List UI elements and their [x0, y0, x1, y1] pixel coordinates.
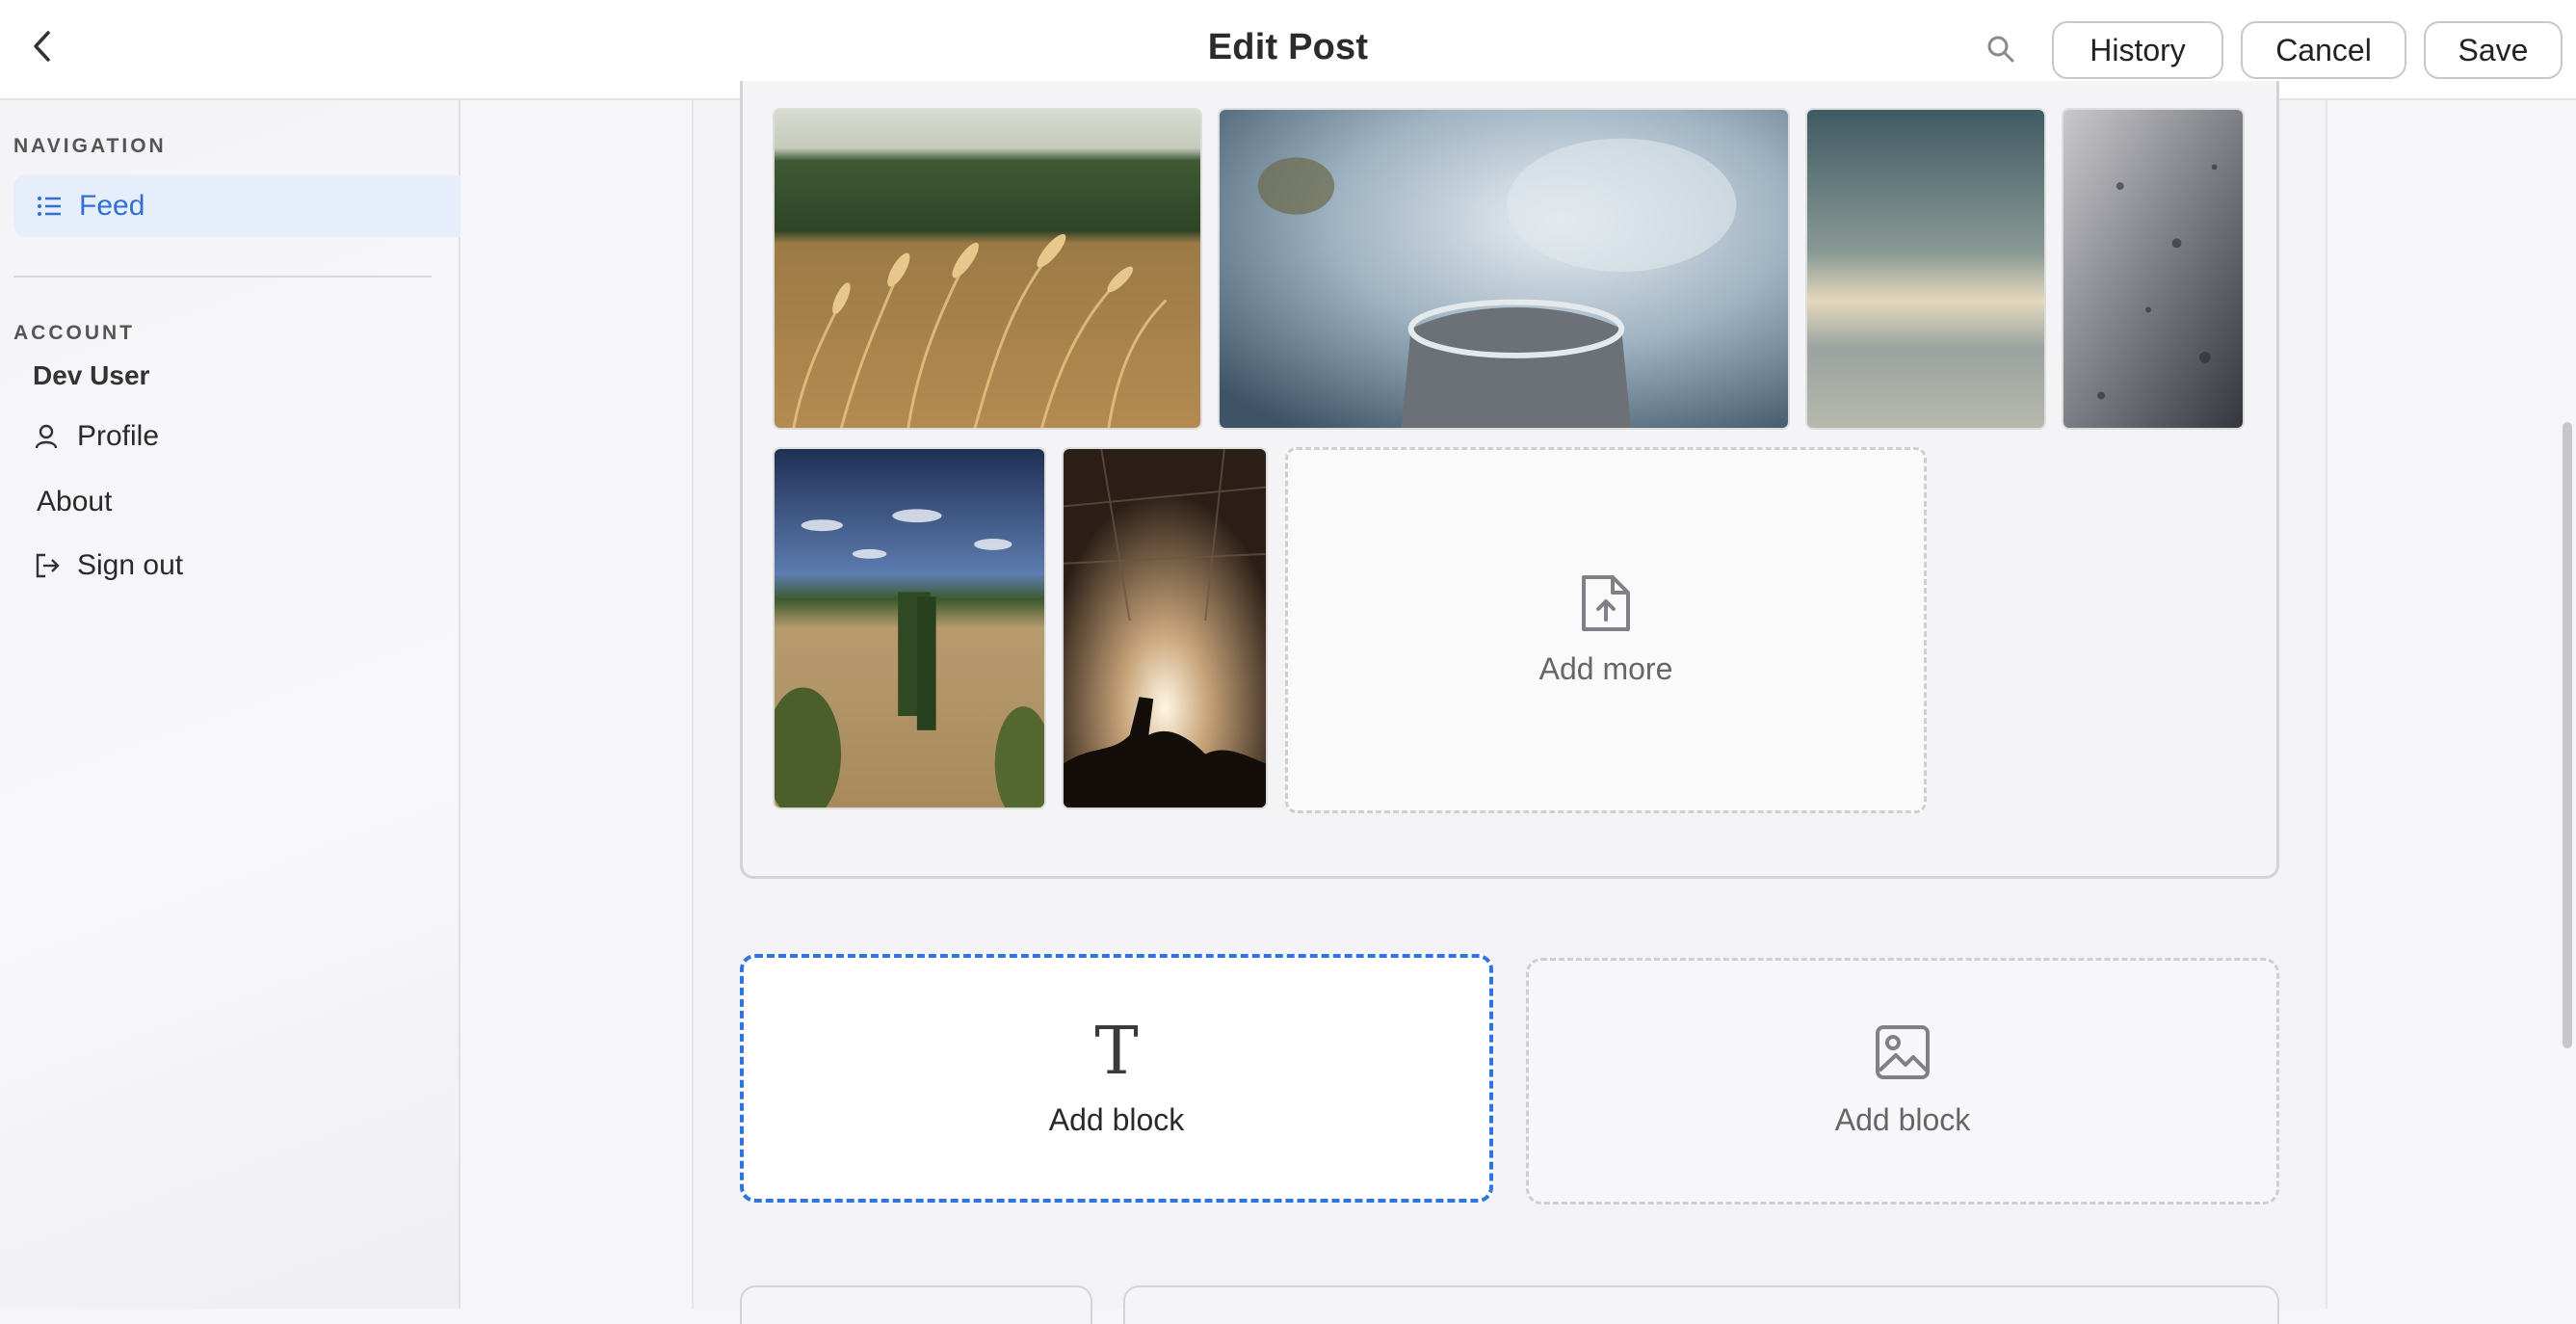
add-more-photos-button[interactable]: Add more [1285, 447, 1927, 813]
search-icon [1986, 35, 2015, 68]
sidebar-item-about[interactable]: About [37, 480, 112, 524]
gallery-photo-wheat-field[interactable] [773, 108, 1202, 430]
account-section-label: ACCOUNT [13, 322, 135, 344]
history-button[interactable]: History [2052, 21, 2223, 79]
account-name: Dev User [33, 360, 150, 390]
gallery-photo-steaming-cup[interactable] [1218, 108, 1790, 430]
sidebar-item-label: Feed [79, 190, 145, 222]
gallery-photo-textured-surface[interactable] [2062, 108, 2245, 430]
navigation-section-label: NAVIGATION [13, 135, 167, 157]
sidebar-item-sign-out[interactable]: Sign out [35, 543, 183, 588]
sign-out-icon [35, 551, 64, 580]
scrollbar-thumb[interactable] [2563, 422, 2572, 1048]
sidebar-item-label: Sign out [77, 549, 184, 581]
next-block-card [1123, 1285, 2279, 1324]
sidebar: NAVIGATION Feed ACCOUNT Dev User Profile… [0, 100, 460, 1309]
text-type-icon: T [1094, 1013, 1139, 1090]
search-button[interactable] [1983, 33, 2019, 69]
file-upload-icon [1580, 573, 1632, 638]
person-icon [35, 422, 64, 451]
add-image-block-label: Add block [1834, 1102, 1971, 1137]
sidebar-divider [13, 276, 432, 278]
sidebar-item-profile[interactable]: Profile [35, 414, 159, 459]
cancel-button[interactable]: Cancel [2241, 21, 2406, 79]
image-icon [1875, 1024, 1931, 1085]
sidebar-item-label: About [37, 486, 113, 517]
back-button[interactable] [25, 29, 58, 67]
chevron-left-icon [31, 30, 52, 67]
list-icon [37, 192, 66, 221]
add-text-block-button[interactable]: T Add block [740, 954, 1493, 1203]
gallery-photo-cloudy-sky[interactable] [1805, 108, 2046, 430]
next-block-card [740, 1285, 1092, 1324]
gallery-photo-concert-crowd[interactable] [1062, 447, 1268, 809]
sidebar-item-feed[interactable]: Feed [13, 175, 460, 237]
add-image-block-button[interactable]: Add block [1526, 958, 2279, 1205]
add-more-label: Add more [1538, 651, 1673, 686]
add-text-block-label: Add block [1048, 1101, 1185, 1137]
sidebar-item-label: Profile [77, 420, 160, 452]
gallery-photo-tuscany-landscape[interactable] [773, 447, 1046, 809]
save-button[interactable]: Save [2424, 21, 2563, 79]
